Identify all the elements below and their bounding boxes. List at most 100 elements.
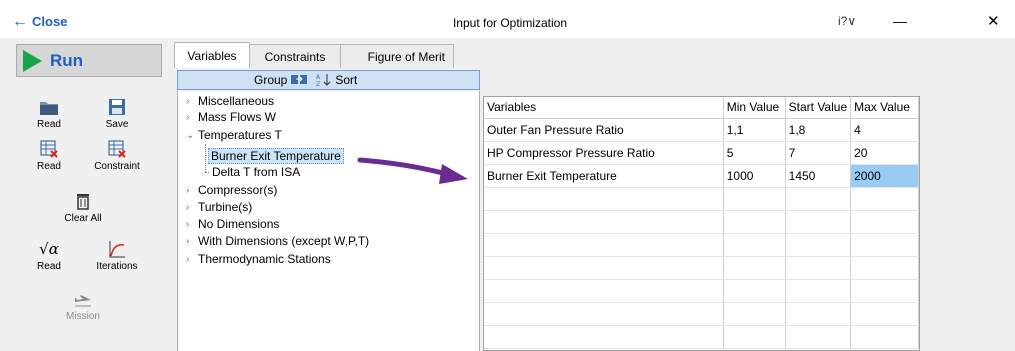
mission-button[interactable]: Mission — [48, 290, 118, 322]
sort-az-icon: AZ — [316, 74, 331, 87]
sort-button[interactable]: AZ Sort — [316, 73, 357, 87]
tree-toolbar: Group AZ Sort — [177, 70, 480, 90]
iterations-button[interactable]: Iterations — [82, 240, 152, 272]
tree-item-label: Mass Flows W — [198, 110, 276, 124]
read-sqrt-button[interactable]: √α Read — [14, 240, 84, 272]
chevron-right-icon: › — [186, 235, 190, 247]
variables-grid: Variables Min Value Start Value Max Valu… — [483, 96, 920, 351]
tab-variables[interactable]: Variables — [174, 42, 250, 68]
read-table-button[interactable]: Read — [14, 140, 84, 172]
empty-row — [484, 233, 919, 257]
cell-variable[interactable]: Burner Exit Temperature — [484, 164, 724, 188]
table-row: Outer Fan Pressure Ratio 1,1 1,8 4 — [484, 118, 919, 142]
cell-min-value[interactable]: 1,1 — [723, 118, 786, 142]
empty-row — [484, 279, 919, 303]
tree-item-label: With Dimensions (except W,P,T) — [198, 234, 370, 248]
group-button[interactable]: Group — [254, 73, 308, 87]
tree-item-compressors[interactable]: › Compressor(s) — [186, 183, 277, 197]
cell-start-value[interactable]: 1450 — [785, 164, 852, 188]
trash-icon — [77, 194, 89, 210]
tree-item-label: Turbine(s) — [198, 200, 253, 214]
read-label: Read — [37, 119, 61, 130]
table-header-row: Variables Min Value Start Value Max Valu… — [484, 97, 919, 119]
tree-item-turbines[interactable]: › Turbine(s) — [186, 200, 252, 214]
mission-label: Mission — [66, 311, 100, 322]
tree-child-burner-exit-temperature[interactable]: Burner Exit Temperature — [208, 148, 344, 164]
chevron-right-icon: › — [186, 218, 190, 230]
tab-figure-of-merit[interactable]: Figure of Merit — [340, 44, 454, 68]
table-delete-icon — [108, 140, 126, 158]
cell-max-value[interactable]: 20 — [850, 141, 919, 165]
chevron-right-icon: › — [186, 253, 190, 265]
tab-constraints[interactable]: Constraints — [249, 44, 341, 68]
column-header-min-value[interactable]: Min Value — [723, 97, 786, 119]
empty-row — [484, 256, 919, 280]
tree-child-delta-t-from-isa[interactable]: Delta T from ISA — [212, 165, 300, 179]
group-icon — [291, 75, 308, 84]
tree-connector — [205, 144, 206, 172]
play-icon — [23, 49, 42, 72]
table-row: HP Compressor Pressure Ratio 5 7 20 — [484, 141, 919, 165]
cell-max-value-selected[interactable]: 2000 — [850, 164, 919, 188]
annotation-arrow — [357, 157, 468, 184]
tree-connector — [205, 172, 209, 173]
chevron-right-icon: › — [186, 184, 190, 196]
empty-row — [484, 325, 919, 349]
read-folder-button[interactable]: Read — [14, 98, 84, 130]
constraint-label: Constraint — [94, 161, 140, 172]
tree-item-label: Miscellaneous — [198, 94, 275, 108]
table-delete-icon — [40, 140, 58, 158]
svg-text:Z: Z — [316, 81, 320, 87]
clear-all-button[interactable]: Clear All — [48, 192, 118, 224]
sqrt-alpha-icon: √α — [39, 240, 59, 258]
svg-text:A: A — [316, 74, 321, 81]
read-label: Read — [37, 261, 61, 272]
read-label: Read — [37, 161, 61, 172]
floppy-disk-icon — [109, 99, 125, 115]
column-header-max-value[interactable]: Max Value — [850, 97, 919, 119]
column-header-start-value[interactable]: Start Value — [785, 97, 852, 119]
tree-item-no-dimensions[interactable]: › No Dimensions — [186, 217, 279, 231]
window-close-button[interactable]: ✕ — [987, 12, 1000, 30]
clear-all-label: Clear All — [64, 213, 102, 224]
tree-item-with-dimensions[interactable]: › With Dimensions (except W,P,T) — [186, 234, 369, 248]
cell-max-value[interactable]: 4 — [850, 118, 919, 142]
cell-min-value[interactable]: 1000 — [723, 164, 786, 188]
close-link[interactable]: ← Close — [12, 13, 67, 29]
cell-start-value[interactable]: 1,8 — [785, 118, 852, 142]
chevron-down-icon: ∨ — [847, 14, 857, 28]
minimize-button[interactable]: — — [893, 13, 907, 29]
read-constraint-button[interactable]: Constraint — [82, 140, 152, 172]
airplane-icon — [75, 295, 91, 307]
chevron-right-icon: › — [186, 95, 190, 107]
tree-item-label: Temperatures T — [198, 128, 282, 142]
tree-item-label: Thermodynamic Stations — [198, 252, 331, 266]
empty-row — [484, 187, 919, 211]
variables-table: Variables Min Value Start Value Max Valu… — [484, 97, 919, 349]
tree-item-miscellaneous[interactable]: › Miscellaneous — [186, 94, 274, 108]
save-label: Save — [105, 119, 129, 130]
iterations-label: Iterations — [96, 261, 138, 272]
chevron-right-icon: › — [186, 201, 190, 213]
cell-start-value[interactable]: 7 — [785, 141, 852, 165]
cell-min-value[interactable]: 5 — [723, 141, 786, 165]
tree-item-mass-flows[interactable]: › Mass Flows W — [186, 110, 276, 124]
run-button[interactable]: Run — [16, 44, 162, 77]
iterations-chart-icon — [109, 241, 125, 258]
chevron-down-icon: ⌄ — [186, 129, 195, 141]
empty-row — [484, 210, 919, 234]
tree-item-thermodynamic-stations[interactable]: › Thermodynamic Stations — [186, 252, 331, 266]
save-button[interactable]: Save — [82, 98, 152, 130]
tree-item-temperatures[interactable]: ⌄ Temperatures T — [186, 128, 282, 142]
group-label: Group — [254, 73, 288, 87]
cell-variable[interactable]: HP Compressor Pressure Ratio — [484, 141, 724, 165]
tree-item-label: No Dimensions — [198, 217, 280, 231]
table-row: Burner Exit Temperature 1000 1450 2000 — [484, 164, 919, 188]
folder-icon — [40, 102, 58, 115]
cell-variable[interactable]: Outer Fan Pressure Ratio — [484, 118, 724, 142]
empty-row — [484, 302, 919, 326]
help-label: i? — [838, 14, 848, 28]
help-button[interactable]: i?∨ — [838, 14, 856, 28]
tree-item-label: Compressor(s) — [198, 183, 278, 197]
column-header-variables[interactable]: Variables — [484, 97, 724, 119]
